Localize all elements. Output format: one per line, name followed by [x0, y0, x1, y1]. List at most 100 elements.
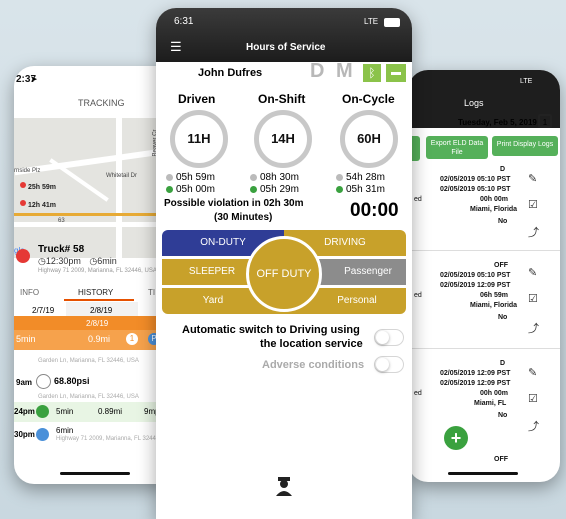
- date-chip[interactable]: 2/7/19: [32, 306, 54, 315]
- adverse-toggle[interactable]: [374, 356, 404, 373]
- log-start: 02/05/2019 12:09 PST: [440, 370, 511, 377]
- split-icon[interactable]: ⤴: [528, 224, 539, 240]
- log-location: Miami, Florida: [470, 206, 518, 213]
- map-label: 25h 59m: [28, 184, 57, 191]
- log-duration: 06h 59m: [480, 292, 509, 299]
- export-eld-button[interactable]: Export ELD Data File: [426, 136, 488, 159]
- truck-address: Highway 71 2009, Marianna, FL 32446, USA: [38, 268, 157, 274]
- driven-clock: 11H: [170, 110, 228, 168]
- status-network: LTE: [364, 17, 379, 26]
- event-value: 68.80psi: [54, 376, 90, 386]
- log-start: 02/05/2019 05:10 PST: [440, 272, 511, 279]
- calendar-icon[interactable]: 1: [538, 114, 552, 128]
- officer-inspection-icon[interactable]: [272, 474, 296, 498]
- duty-badge-m[interactable]: M: [336, 60, 353, 83]
- certify-icon[interactable]: ☑: [528, 292, 538, 305]
- truck-icon[interactable]: ▬: [386, 64, 406, 82]
- tab-ti[interactable]: TI: [148, 288, 155, 297]
- oncycle-used: 05h 31m: [336, 184, 385, 195]
- log-location: Miami, FL: [474, 400, 507, 407]
- edit-icon[interactable]: ✎: [528, 266, 537, 279]
- home-indicator: [60, 472, 130, 475]
- tab-info[interactable]: INFO: [20, 288, 39, 297]
- event-time: 9am: [16, 378, 33, 387]
- violation-warning: Possible violation in 02h 30m: [164, 198, 304, 209]
- auto-switch-label-2: the location service: [260, 338, 363, 350]
- status-time: 6:31: [174, 16, 194, 27]
- event-address: Garden Ln, Marianna, FL 32446, USA: [38, 358, 139, 364]
- log-status: D: [500, 360, 506, 367]
- log-label: ed: [414, 292, 422, 299]
- on-cycle-clock: 60H: [340, 110, 398, 168]
- header-bar: 6:31 LTE ☰ Hours of Service: [156, 8, 412, 62]
- home-indicator: [448, 472, 518, 475]
- log-end: 02/05/2019 05:10 PST: [440, 186, 511, 193]
- map-label: 63: [58, 218, 65, 224]
- hours-of-service-phone: 6:31 LTE ☰ Hours of Service John Dufres …: [156, 8, 412, 519]
- page-title: Logs: [464, 98, 484, 108]
- split-icon[interactable]: ⤴: [528, 418, 539, 434]
- driven-used: 05h 00m: [166, 184, 215, 195]
- certify-icon[interactable]: ☑: [528, 198, 538, 211]
- moving-icon: [36, 405, 49, 418]
- map-label: 12h 41m: [28, 202, 57, 209]
- driven-remaining: 05h 59m: [166, 172, 215, 183]
- certify-icon[interactable]: ☑: [528, 392, 538, 405]
- truck-avatar-icon: [16, 249, 30, 263]
- summary-duration: 5min: [16, 334, 36, 344]
- tab-history[interactable]: HISTORY: [78, 288, 113, 297]
- truck-marker-icon[interactable]: [20, 200, 26, 206]
- log-status: D: [500, 166, 506, 173]
- date-header: 2/8/19: [86, 319, 109, 328]
- log-status: OFF: [494, 456, 508, 463]
- log-end: 02/05/2019 12:09 PST: [440, 380, 511, 387]
- logs-phone: LTE Logs Tuesday, Feb 5, 2019 1 Export E…: [408, 70, 560, 482]
- auto-switch-toggle[interactable]: [374, 329, 404, 346]
- log-location: Miami, Florida: [470, 302, 518, 309]
- clock-label-oncycle: On-Cycle: [342, 92, 395, 106]
- log-label: ed: [414, 196, 422, 203]
- off-duty-button[interactable]: OFF DUTY: [246, 236, 322, 312]
- tracking-phone: 2:37 ➤ TRACKING rnside Plz Whitetail Dr …: [14, 66, 176, 484]
- bluetooth-icon[interactable]: ᛒ: [363, 64, 381, 82]
- clock-label-onshift: On-Shift: [258, 92, 306, 106]
- log-duration: 00h 00m: [480, 390, 509, 397]
- event-value: 6min: [56, 426, 74, 435]
- log-status: OFF: [494, 262, 508, 269]
- stop-count-icon: 1: [126, 333, 138, 345]
- map[interactable]: rnside Plz Whitetail Dr Beaver Cr 25h 59…: [14, 118, 176, 258]
- tab-indicator: [64, 299, 134, 301]
- edit-icon[interactable]: ✎: [528, 172, 537, 185]
- page-title: Hours of Service: [246, 42, 326, 53]
- parking-icon: [36, 428, 49, 441]
- event-distance: 0.89mi: [98, 407, 123, 416]
- truck-time: ◷12:30pm ◷6min: [38, 256, 117, 266]
- onshift-remaining: 08h 30m: [250, 172, 299, 183]
- truck-marker-icon[interactable]: [20, 182, 26, 188]
- log-end: 02/05/2019 12:09 PST: [440, 282, 511, 289]
- menu-icon[interactable]: ☰: [170, 40, 182, 53]
- onshift-used: 05h 29m: [250, 184, 299, 195]
- auto-switch-label: Automatic switch to Driving using: [182, 324, 360, 336]
- summary-distance: 0.9mi: [88, 334, 111, 344]
- edit-icon[interactable]: ✎: [528, 366, 537, 379]
- adverse-label: Adverse conditions: [262, 359, 365, 371]
- status-network: LTE: [520, 78, 533, 85]
- event-time: 30pm: [14, 430, 35, 439]
- driver-name[interactable]: John Dufres: [198, 67, 262, 79]
- violation-minutes: (30 Minutes): [214, 212, 273, 223]
- print-logs-button[interactable]: Print Display Logs: [492, 136, 558, 156]
- oncycle-remaining: 54h 28m: [336, 172, 385, 183]
- clock-label-driven: Driven: [178, 92, 216, 106]
- map-label: rnside Plz: [14, 168, 41, 174]
- page-title: TRACKING: [78, 98, 125, 108]
- log-label: ed: [414, 390, 422, 397]
- split-icon[interactable]: ⤴: [528, 320, 539, 336]
- log-duration: 00h 00m: [480, 196, 509, 203]
- event-address: Garden Ln, Marianna, FL 32446, USA: [38, 394, 139, 400]
- date-chip[interactable]: 2/8/19: [90, 306, 112, 315]
- duty-badge-d[interactable]: D: [310, 60, 324, 83]
- event-time: 24pm: [14, 407, 35, 416]
- log-start: 02/05/2019 05:10 PST: [440, 176, 511, 183]
- add-log-button[interactable]: +: [444, 426, 468, 450]
